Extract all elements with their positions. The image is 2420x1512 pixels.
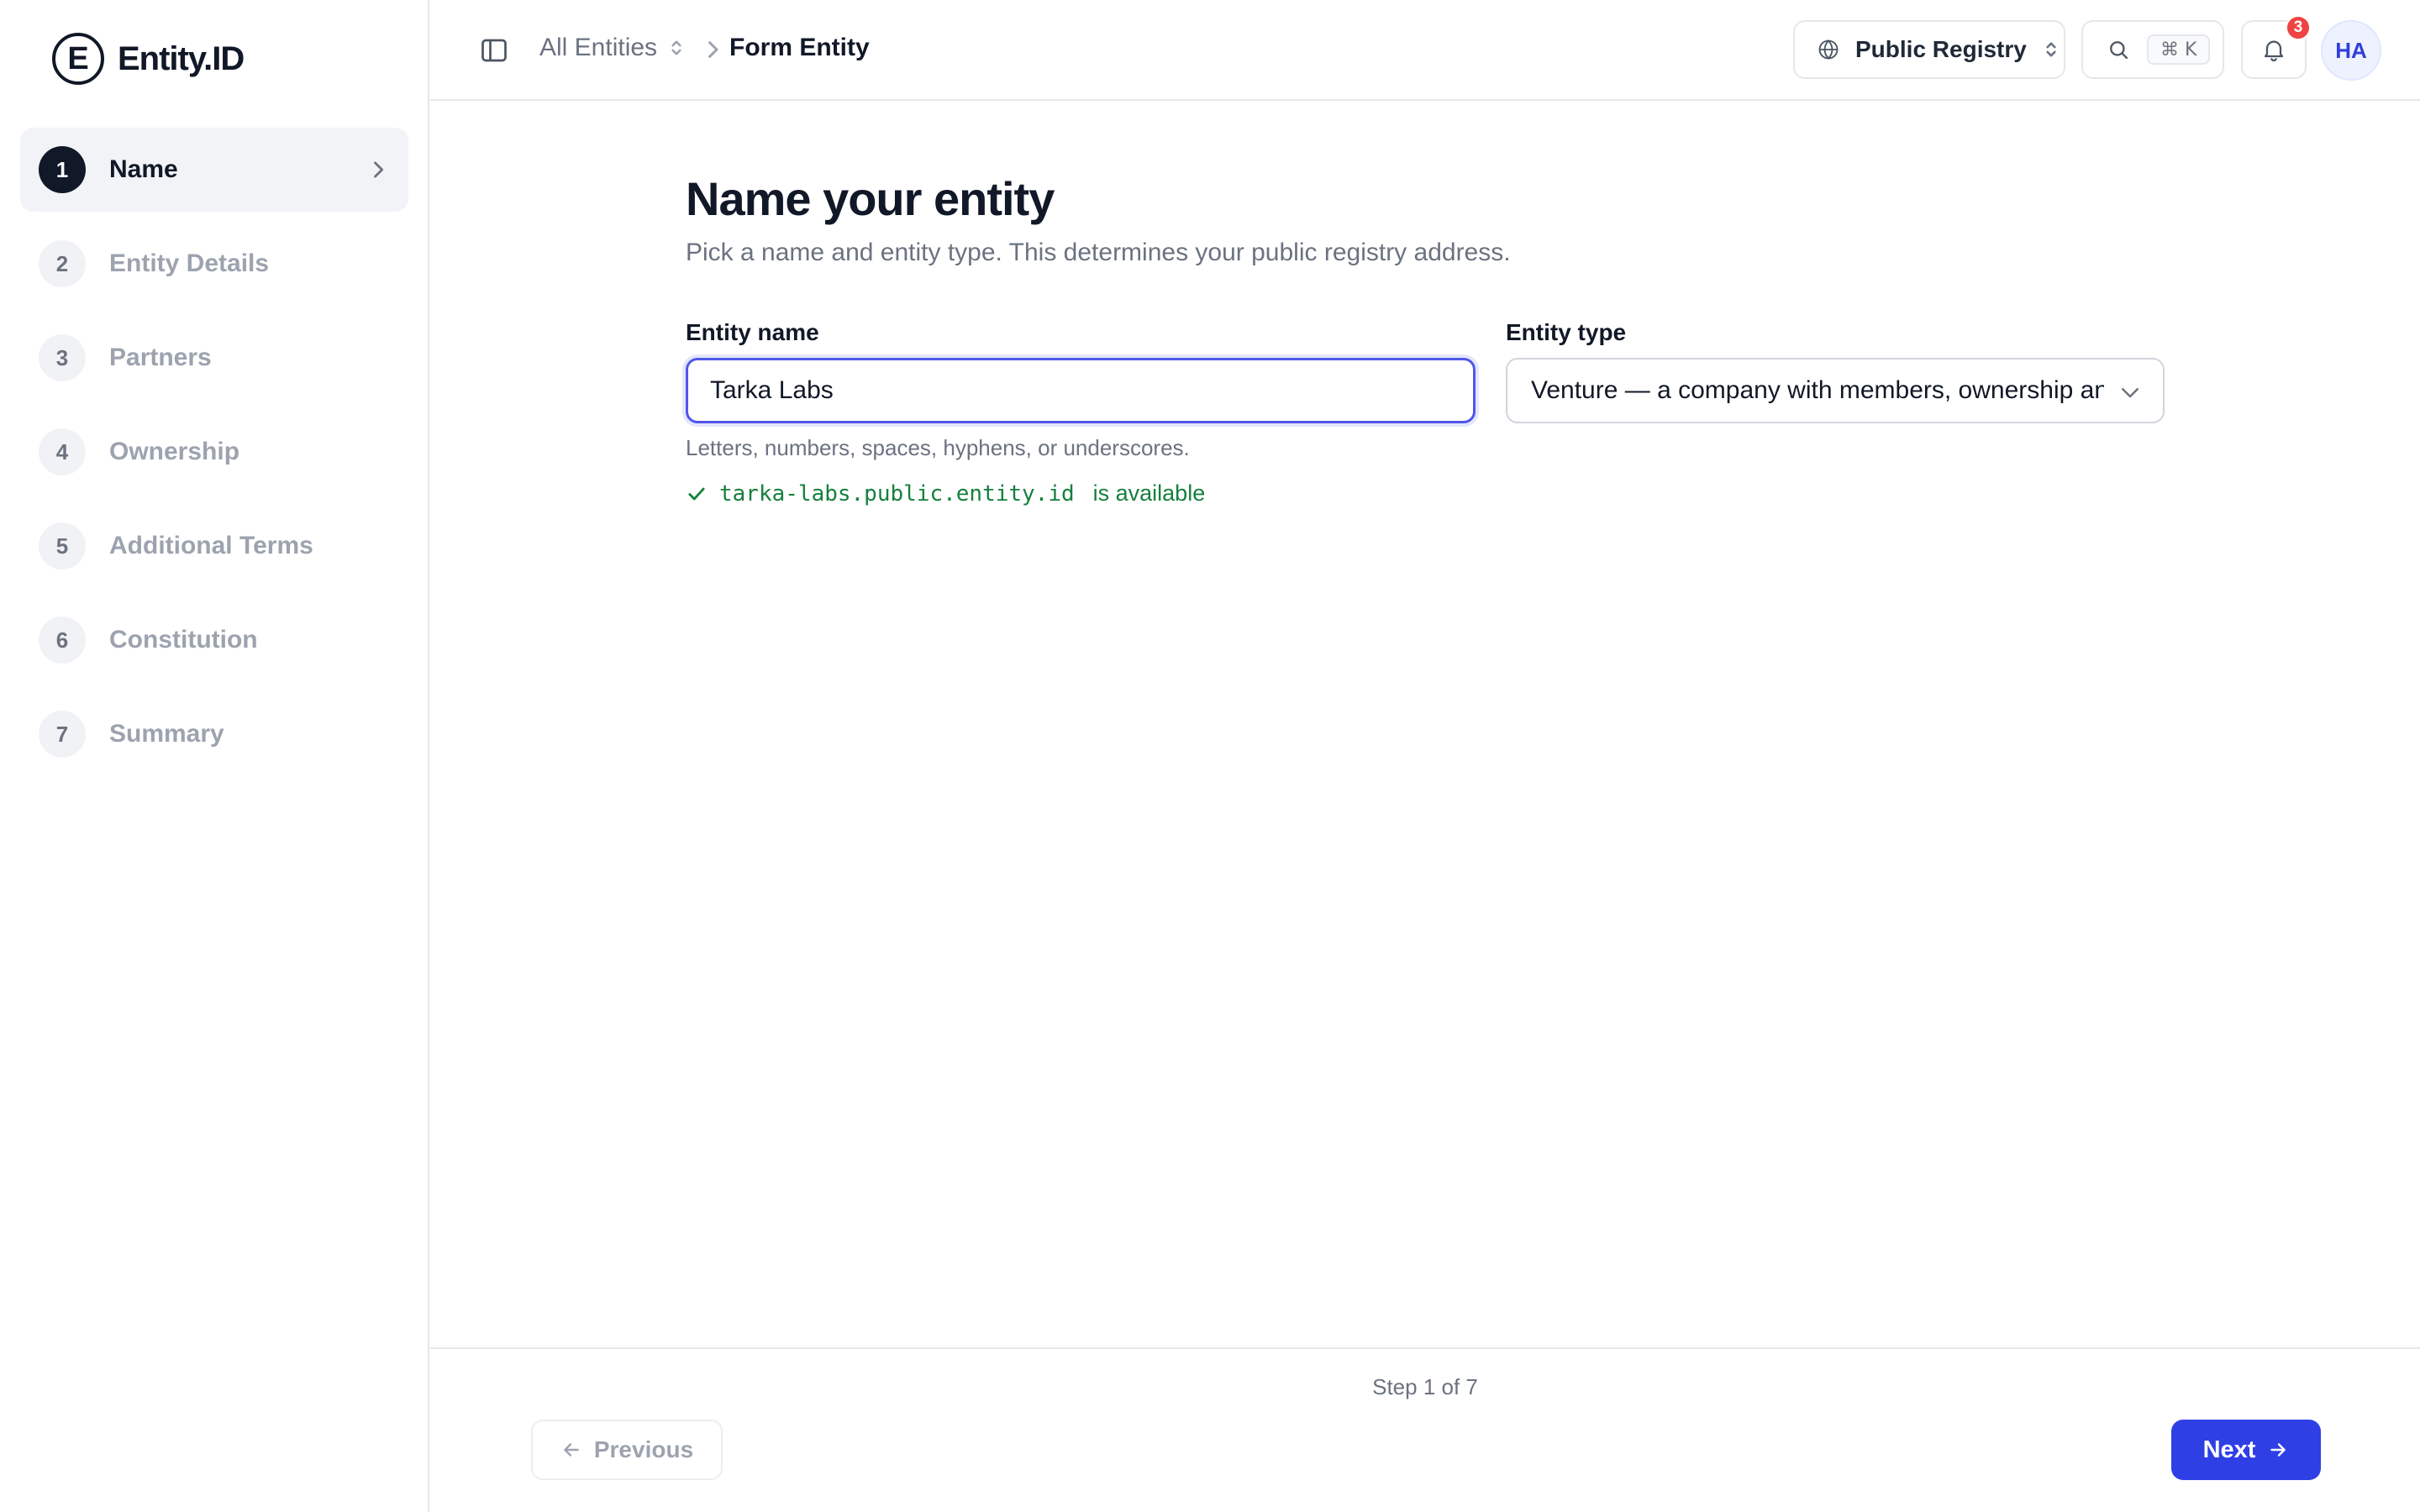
page-title: Name your entity — [686, 172, 1055, 225]
logo-mark: E — [52, 33, 104, 85]
search-icon — [2110, 41, 2128, 60]
step-label: Entity Details — [109, 249, 270, 277]
breadcrumb-all-entities[interactable]: All Entities — [539, 34, 684, 62]
step-item-partners[interactable]: 3 Partners — [20, 316, 408, 400]
step-item-additional-terms[interactable]: 5 Additional Terms — [20, 504, 408, 588]
check-icon — [688, 487, 705, 500]
top-bar: All Entities Form Entity Public Registry… — [430, 0, 2420, 101]
availability-text: is available — [1092, 480, 1206, 506]
chevron-down-icon — [2122, 388, 2139, 398]
logo-text: Entity.ID — [118, 39, 245, 77]
availability-status: tarka-labs.public.entity.id is available — [686, 480, 1205, 507]
breadcrumb-current: Form Entity — [729, 34, 870, 61]
arrow-left-icon — [564, 1443, 579, 1457]
step-item-constitution[interactable]: 6 Constitution — [20, 598, 408, 682]
chevron-right-icon — [374, 161, 384, 178]
page-subtitle: Pick a name and entity type. This determ… — [686, 239, 1511, 266]
notification-badge: 3 — [2286, 15, 2311, 40]
arrow-right-icon — [2270, 1443, 2286, 1457]
entity-type-select[interactable]: Venture — a company with members, owners… — [1506, 358, 2165, 423]
step-number: 1 — [39, 146, 86, 193]
step-number: 2 — [39, 240, 86, 287]
step-label: Constitution — [109, 626, 258, 654]
step-number: 6 — [39, 617, 86, 664]
wizard-footer: Step 1 of 7 Previous Next — [430, 1347, 2420, 1512]
entity-type-value: Venture — a company with members, owners… — [1531, 376, 2104, 404]
step-label: Partners — [109, 344, 212, 371]
step-number: 4 — [39, 428, 86, 475]
registry-label: Public Registry — [1855, 36, 2027, 62]
step-list: 1 Name 2 Entity Details 3 Partners 4 Own… — [20, 128, 408, 786]
step-number: 5 — [39, 522, 86, 570]
step-number: 7 — [39, 711, 86, 758]
logo[interactable]: E Entity.ID — [52, 32, 245, 86]
entity-name-hint: Letters, numbers, spaces, hyphens, or un… — [686, 435, 1190, 460]
step-label: Name — [109, 155, 178, 183]
chevron-up-down-icon — [2046, 42, 2056, 57]
search-button[interactable]: ⌘ K — [2081, 20, 2224, 79]
step-label: Ownership — [109, 438, 240, 465]
step-number: 3 — [39, 334, 86, 381]
entity-name-input[interactable]: Tarka Labs — [686, 358, 1476, 423]
next-label: Next — [2202, 1436, 2256, 1463]
previous-label: Previous — [593, 1436, 694, 1462]
step-item-ownership[interactable]: 4 Ownership — [20, 410, 408, 494]
step-label: Summary — [109, 720, 224, 748]
globe-icon — [1818, 39, 1839, 60]
user-avatar[interactable]: HA — [2321, 20, 2381, 81]
registry-address: tarka-labs.public.entity.id — [719, 480, 1075, 507]
step-item-name[interactable]: 1 Name — [20, 128, 408, 212]
step-indicator: Step 1 of 7 — [1372, 1374, 1478, 1399]
step-item-summary[interactable]: 7 Summary — [20, 692, 408, 776]
chevron-up-down-icon — [671, 40, 681, 55]
step-item-entity-details[interactable]: 2 Entity Details — [20, 222, 408, 306]
step-label: Additional Terms — [109, 532, 313, 559]
sidebar-toggle-icon[interactable] — [479, 35, 509, 66]
entity-name-label: Entity name — [686, 319, 819, 345]
bell-icon — [2264, 40, 2284, 62]
breadcrumb-separator-icon — [708, 41, 718, 58]
next-button[interactable]: Next — [2171, 1420, 2321, 1480]
registry-selector[interactable]: Public Registry — [1793, 20, 2065, 79]
breadcrumb-label: All Entities — [539, 34, 658, 61]
entity-type-label: Entity type — [1506, 319, 1627, 345]
previous-button[interactable]: Previous — [531, 1420, 723, 1480]
sidebar: E Entity.ID 1 Name 2 Entity Details 3 Pa… — [0, 0, 429, 1512]
keyboard-shortcut: ⌘ K — [2147, 34, 2211, 65]
